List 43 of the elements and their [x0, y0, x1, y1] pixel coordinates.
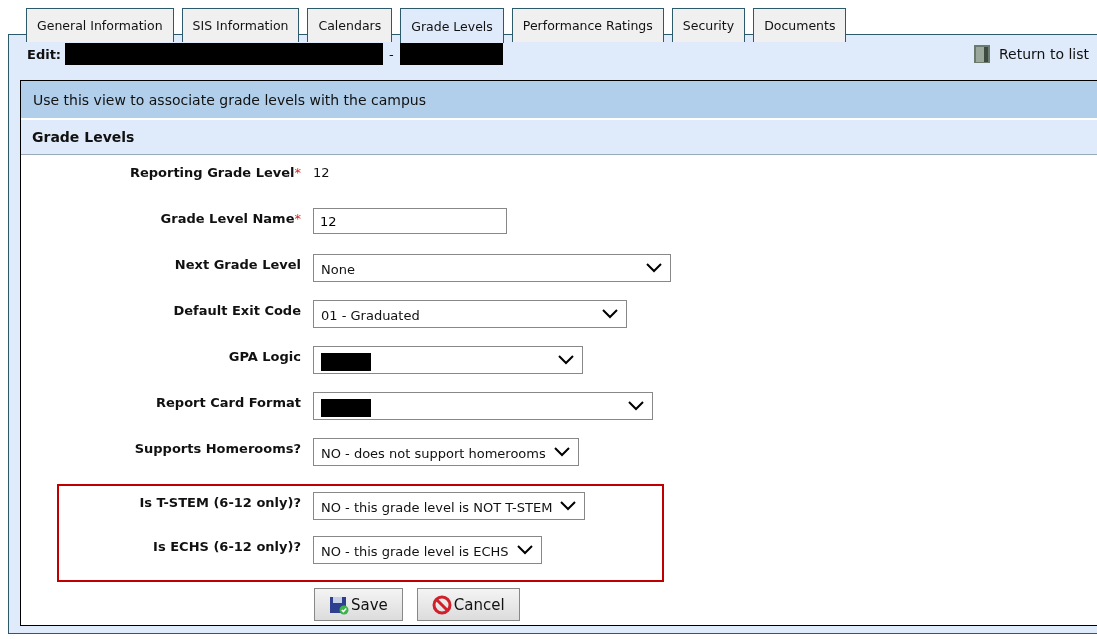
tab[interactable]: General Information	[26, 8, 174, 42]
field-value: 12	[313, 164, 330, 180]
field-label: Supports Homerooms?	[134, 441, 301, 456]
chevron-icon	[602, 309, 618, 319]
required-mark: *	[294, 165, 301, 180]
field-label: Is ECHS (6-12 only)?	[153, 539, 301, 554]
dropdown[interactable]: NO - does not support homerooms	[313, 438, 579, 466]
field-label: Next Grade Level	[174, 257, 301, 272]
tab[interactable]: SIS Information	[181, 8, 300, 42]
chevron-icon	[646, 263, 662, 273]
edit-label: Edit:	[27, 46, 62, 62]
tab[interactable]: Calendars	[307, 8, 393, 42]
field-label: Grade Level Name	[160, 211, 295, 226]
chevron-icon	[628, 401, 644, 411]
cancel-button[interactable]: Cancel	[416, 588, 520, 621]
field-label: GPA Logic	[228, 349, 301, 364]
dropdown[interactable]	[313, 346, 583, 374]
instructions-text: Use this view to associate grade levels with the campus	[33, 91, 426, 108]
tab[interactable]: Grade Levels	[400, 8, 504, 43]
tab[interactable]: Documents	[753, 8, 847, 42]
chevron-icon	[560, 501, 577, 511]
dropdown[interactable]	[313, 392, 653, 420]
field-label: Reporting Grade Level	[129, 165, 295, 180]
door-icon	[972, 44, 992, 64]
chevron-icon	[516, 545, 533, 555]
chevron-icon	[553, 447, 570, 457]
dropdown[interactable]: None	[313, 254, 671, 282]
tab[interactable]: Security	[671, 8, 746, 42]
dropdown[interactable]: NO - this grade level is ECHS	[313, 536, 542, 564]
field-label: Default Exit Code	[173, 303, 301, 318]
dropdown[interactable]: 01 - Graduated	[313, 300, 627, 328]
no-entry-icon	[431, 594, 452, 615]
return-link[interactable]: Return to list	[999, 46, 1089, 62]
chevron-icon	[558, 355, 574, 365]
tab[interactable]: Performance Ratings	[511, 8, 664, 42]
section-title: Grade Levels	[32, 129, 135, 145]
field-label: Report Card Format	[156, 395, 301, 410]
separator: -	[389, 46, 394, 62]
field-label: Is T-STEM (6-12 only)?	[139, 495, 301, 510]
required-mark: *	[294, 211, 301, 226]
dropdown[interactable]: NO - this grade level is NOT T-STEM	[313, 492, 586, 520]
save-button[interactable]: Save	[314, 588, 403, 621]
input-field[interactable]: 12	[313, 208, 507, 234]
